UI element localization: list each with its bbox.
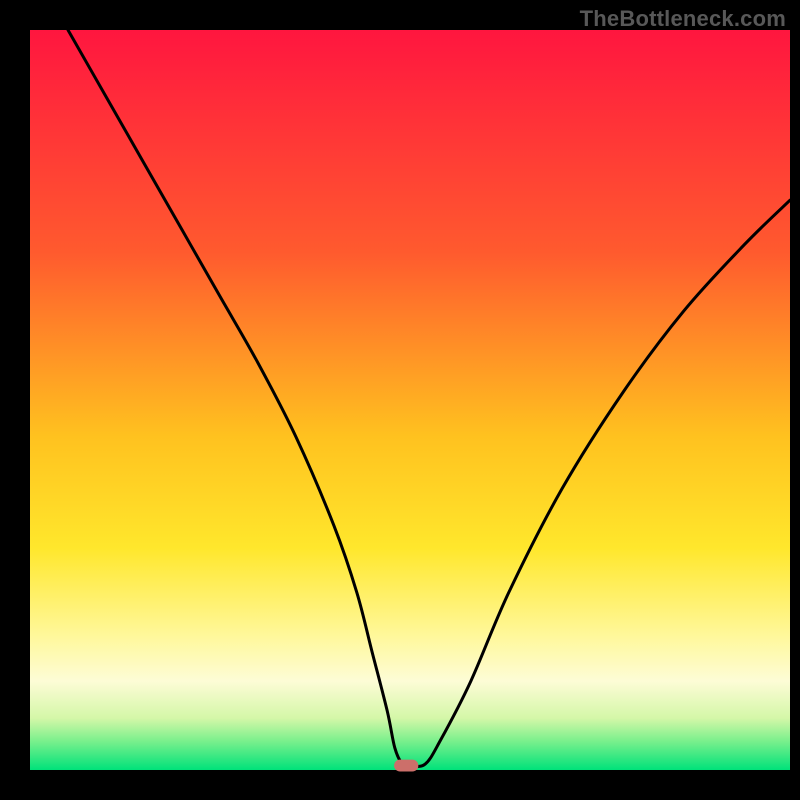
watermark-text: TheBottleneck.com (580, 6, 786, 32)
optimal-marker (394, 760, 418, 772)
chart-frame: TheBottleneck.com (0, 0, 800, 800)
plot-area (30, 30, 790, 770)
bottleneck-chart (0, 0, 800, 800)
